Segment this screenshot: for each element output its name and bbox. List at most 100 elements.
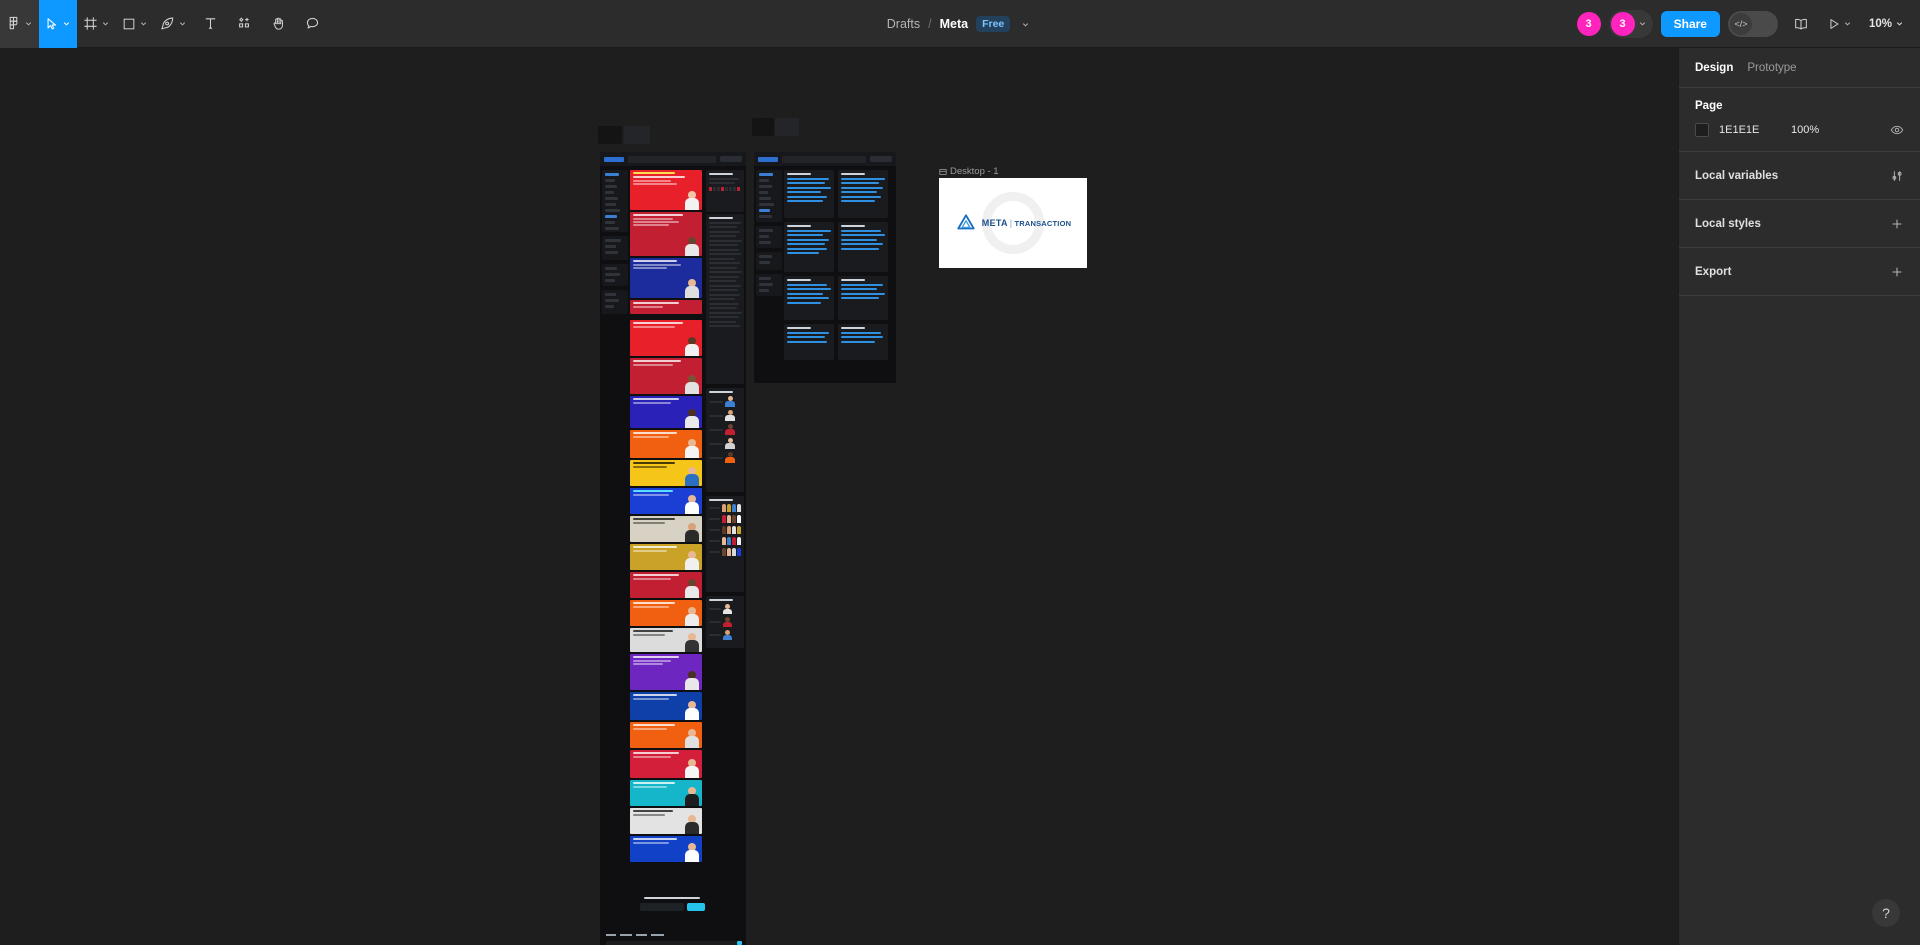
page-color-hex[interactable]: 1E1E1E [1719, 124, 1781, 136]
scroll-top-button[interactable] [737, 941, 742, 945]
article-card[interactable] [630, 780, 702, 806]
figma-menu-icon [9, 16, 18, 30]
league-table-widget[interactable] [706, 214, 744, 384]
dev-mode-toggle[interactable]: </> [1727, 10, 1778, 37]
article-card[interactable] [630, 836, 702, 862]
frame-label-desktop-1[interactable]: Desktop - 1 [939, 166, 999, 177]
frame1-sidebar-primary [602, 170, 628, 232]
share-button[interactable]: Share [1660, 10, 1720, 37]
article-card[interactable] [630, 544, 702, 570]
article-card[interactable] [630, 628, 702, 652]
page-visibility-toggle[interactable] [1890, 123, 1904, 137]
chevron-down-icon [1844, 22, 1851, 26]
tab-design[interactable]: Design [1695, 62, 1733, 74]
move-tool-button[interactable] [39, 0, 77, 48]
local-variables-row[interactable]: Local variables [1679, 152, 1920, 200]
article-card[interactable] [630, 516, 702, 542]
canvas-object-rect-3[interactable] [752, 118, 774, 136]
breadcrumb-file-name[interactable]: Meta [940, 17, 968, 31]
zoom-control[interactable]: 10% [1863, 14, 1908, 34]
article-card[interactable] [630, 170, 702, 210]
article-card[interactable] [630, 212, 702, 256]
link-group-card[interactable] [838, 276, 888, 320]
comment-tool-button[interactable] [295, 0, 329, 48]
frame1-action-pill [720, 156, 742, 162]
author-avatar [684, 700, 700, 720]
text-tool-button[interactable] [193, 0, 227, 48]
chevron-down-icon [179, 22, 186, 26]
page-color-opacity[interactable]: 100% [1791, 124, 1819, 136]
article-card[interactable] [630, 692, 702, 720]
article-card[interactable] [630, 460, 702, 486]
link-group-card[interactable] [838, 324, 888, 360]
article-card[interactable] [630, 300, 702, 314]
canvas-object-rect-4[interactable] [775, 118, 799, 136]
link-group-card[interactable] [784, 170, 834, 218]
author-avatar [684, 336, 700, 356]
author-avatar [684, 236, 700, 256]
article-card[interactable] [630, 320, 702, 356]
plan-badge[interactable]: Free [976, 16, 1011, 32]
article-card[interactable] [630, 430, 702, 458]
tab-prototype[interactable]: Prototype [1747, 62, 1796, 74]
player-group [722, 515, 741, 524]
frame-tool-button[interactable] [77, 0, 116, 48]
local-styles-add-button[interactable] [1890, 217, 1904, 231]
chevron-down-icon [63, 22, 70, 26]
actions-tool-button[interactable] [227, 0, 261, 48]
figma-menu-button[interactable] [0, 0, 39, 48]
newsletter-email-input[interactable] [639, 903, 684, 911]
avatar-collaborator-1[interactable]: 3 [1576, 11, 1601, 36]
article-card[interactable] [630, 488, 702, 514]
hand-tool-button[interactable] [261, 0, 295, 48]
top-toolbar: Drafts / Meta Free 3 3 Share </> 10% [0, 0, 1920, 48]
export-row[interactable]: Export [1679, 248, 1920, 296]
article-card[interactable] [630, 722, 702, 748]
author-avatar [684, 758, 700, 778]
page-section-title: Page [1695, 100, 1723, 112]
article-card[interactable] [630, 358, 702, 394]
help-button[interactable]: ? [1872, 899, 1900, 927]
local-variables-open-button[interactable] [1890, 169, 1904, 183]
article-card[interactable] [630, 654, 702, 690]
sliders-icon [1892, 170, 1902, 181]
link-group-card[interactable] [784, 324, 834, 360]
canvas-object-rect-1[interactable] [598, 126, 622, 144]
newsletter-subscribe-button[interactable] [686, 903, 705, 911]
shape-tool-button[interactable] [116, 0, 154, 48]
chevron-down-icon [140, 22, 147, 26]
frame1-logo [604, 156, 624, 162]
pen-tool-button[interactable] [154, 0, 193, 48]
newsletter-signup[interactable] [636, 897, 708, 917]
design-canvas[interactable]: Desktop - 1 META | TRANSACTION [0, 48, 1678, 945]
local-styles-row[interactable]: Local styles [1679, 200, 1920, 248]
page-color-swatch[interactable] [1695, 123, 1709, 137]
article-card[interactable] [630, 572, 702, 598]
team-lineup-widget[interactable] [706, 496, 744, 592]
article-card[interactable] [630, 750, 702, 778]
present-button[interactable] [1824, 17, 1855, 31]
link-group-card[interactable] [838, 170, 888, 218]
article-card[interactable] [630, 396, 702, 428]
news-feed-tall-frame[interactable] [600, 152, 746, 945]
library-button[interactable] [1786, 9, 1816, 39]
breadcrumb-project[interactable]: Drafts [887, 17, 920, 31]
article-card[interactable] [630, 258, 702, 298]
desktop-1-frame[interactable]: META | TRANSACTION [939, 178, 1087, 268]
author-avatar [684, 438, 700, 458]
avatar-group-button[interactable]: 3 [1608, 9, 1653, 38]
trending-widget[interactable] [706, 596, 744, 648]
link-group-card[interactable] [784, 222, 834, 272]
link-group-card[interactable] [784, 276, 834, 320]
player-list-widget[interactable] [706, 388, 744, 492]
standings-widget[interactable] [706, 170, 744, 212]
article-card[interactable] [630, 808, 702, 834]
links-directory-frame[interactable] [754, 152, 896, 375]
file-menu-button[interactable] [1018, 20, 1033, 29]
link-group-card[interactable] [838, 222, 888, 272]
article-card[interactable] [630, 600, 702, 626]
export-add-button[interactable] [1890, 265, 1904, 279]
canvas-object-rect-2[interactable] [624, 126, 650, 144]
author-avatar [684, 670, 700, 690]
frame-tool-icon [84, 17, 97, 30]
